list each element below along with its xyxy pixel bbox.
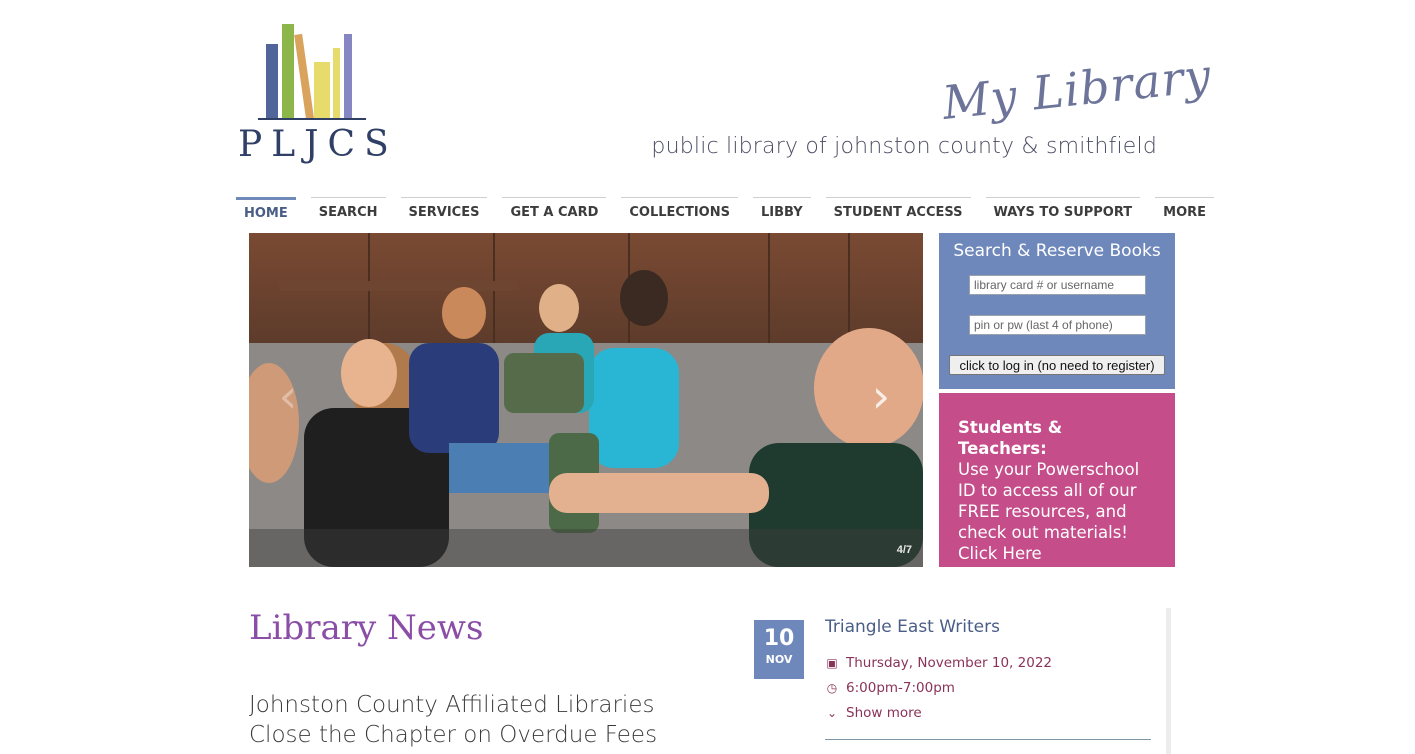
site-tagline: public library of johnston county & smit… <box>651 134 1157 159</box>
event-time-row: ◷ 6:00pm-7:00pm <box>825 680 955 696</box>
slider-caption-bar <box>249 529 923 567</box>
main-nav: HOME SEARCH SERVICES GET A CARD COLLECTI… <box>236 197 1229 227</box>
nav-item-collections[interactable]: COLLECTIONS <box>621 197 738 227</box>
promo-body: Use your Powerschool ID to access all of… <box>958 460 1140 563</box>
chevron-down-icon: ⌄ <box>826 706 838 720</box>
events-column-border <box>1166 608 1171 754</box>
students-teachers-promo[interactable]: Students & Teachers: Use your Powerschoo… <box>939 393 1175 567</box>
show-more-label: Show more <box>846 705 922 721</box>
promo-heading: Students & Teachers: <box>958 418 1063 458</box>
news-headline-link[interactable]: Johnston County Affiliated Libraries Clo… <box>249 690 699 750</box>
nav-item-libby[interactable]: LIBBY <box>752 197 811 227</box>
logo-text: PLJCS <box>238 124 398 165</box>
script-title: My Library <box>939 48 1214 130</box>
calendar-icon: ▣ <box>826 656 838 670</box>
site-logo[interactable]: PLJCS <box>236 20 389 165</box>
nav-item-search[interactable]: SEARCH <box>310 197 386 227</box>
nav-item-services[interactable]: SERVICES <box>400 197 488 227</box>
event-date-badge: 10 NOV <box>754 620 804 679</box>
news-section-title: Library News <box>249 608 484 648</box>
event-time-text: 6:00pm-7:00pm <box>846 680 955 696</box>
nav-item-student-access[interactable]: STUDENT ACCESS <box>825 197 971 227</box>
library-card-input[interactable] <box>969 275 1146 295</box>
event-date-text: Thursday, November 10, 2022 <box>846 655 1052 671</box>
event-month: NOV <box>765 653 793 666</box>
chevron-right-icon[interactable]: › <box>866 373 896 423</box>
event-divider <box>825 739 1151 740</box>
event-day: 10 <box>763 626 795 651</box>
slide-photo <box>249 233 923 567</box>
image-slider[interactable]: ‹ › 4/7 <box>249 233 923 567</box>
nav-item-ways-to-support[interactable]: WAYS TO SUPPORT <box>985 197 1141 227</box>
clock-icon: ◷ <box>826 681 838 695</box>
login-button[interactable]: click to log in (no need to register) <box>949 355 1165 375</box>
slide-counter: 4/7 <box>896 544 912 556</box>
event-date-row: ▣ Thursday, November 10, 2022 <box>825 655 1052 671</box>
chevron-left-icon[interactable]: ‹ <box>273 373 303 423</box>
show-more-toggle[interactable]: ⌄ Show more <box>825 705 922 721</box>
nav-item-more[interactable]: MORE <box>1155 197 1215 227</box>
search-reserve-panel: Search & Reserve Books click to log in (… <box>939 233 1175 389</box>
event-title-link[interactable]: Triangle East Writers <box>825 617 1000 637</box>
pin-input[interactable] <box>969 315 1146 335</box>
bookshelf-logo-icon <box>258 24 366 121</box>
login-title: Search & Reserve Books <box>953 241 1161 261</box>
nav-item-home[interactable]: HOME <box>236 197 296 227</box>
nav-item-get-a-card[interactable]: GET A CARD <box>502 197 607 227</box>
